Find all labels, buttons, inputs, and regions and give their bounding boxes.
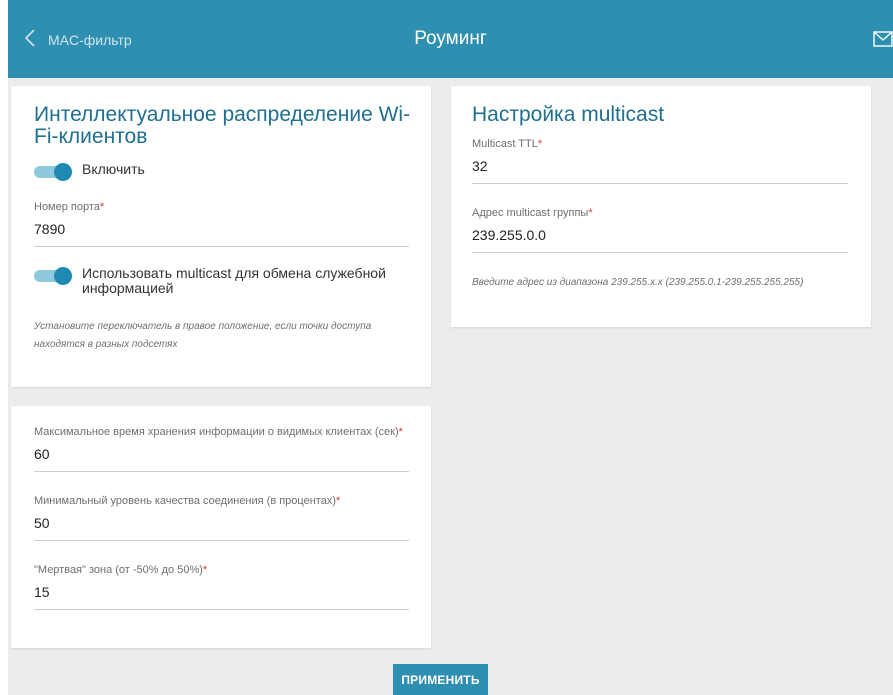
multicast-card: Настройка multicast Multicast TTL* Адрес… bbox=[451, 86, 871, 327]
envelope-icon[interactable] bbox=[873, 31, 893, 47]
apply-button[interactable]: ПРИМЕНИТЬ bbox=[393, 664, 488, 695]
group-field: Адрес multicast группы* bbox=[472, 207, 848, 253]
client-params-card: Максимальное время хранения информации о… bbox=[11, 406, 431, 648]
max-time-field: Максимальное время хранения информации о… bbox=[34, 426, 409, 472]
wifi-distribution-card: Интеллектуальное распределение Wi-Fi-кли… bbox=[11, 86, 431, 387]
ttl-label: Multicast TTL bbox=[472, 138, 538, 150]
multicast-toggle-row: Использовать multicast для обмена служеб… bbox=[34, 266, 404, 296]
group-label: Адрес multicast группы bbox=[472, 207, 589, 219]
left-frame-edge bbox=[0, 0, 8, 695]
dead-zone-label: "Мертвая" зона (от -50% до 50%) bbox=[34, 564, 203, 576]
multicast-toggle-label: Использовать multicast для обмена служеб… bbox=[82, 265, 386, 296]
port-label: Номер порта bbox=[34, 201, 100, 213]
required-mark: * bbox=[588, 207, 593, 219]
min-quality-label: Минимальный уровень качества соединения … bbox=[34, 495, 336, 507]
multicast-toggle[interactable] bbox=[34, 267, 72, 285]
required-mark: * bbox=[537, 138, 543, 150]
range-hint: Введите адрес из диапазона 239.255.x.x (… bbox=[472, 277, 804, 288]
max-time-label: Максимальное время хранения информации о… bbox=[34, 426, 399, 438]
dead-zone-input[interactable] bbox=[34, 576, 409, 610]
subnet-hint: Установите переключатель в правое положе… bbox=[34, 321, 372, 350]
ttl-field: Multicast TTL* bbox=[472, 138, 848, 184]
port-input[interactable] bbox=[34, 213, 409, 247]
dead-zone-field: "Мертвая" зона (от -50% до 50%)* bbox=[34, 564, 409, 610]
multicast-title: Настройка multicast bbox=[472, 103, 665, 126]
min-quality-input[interactable] bbox=[34, 507, 409, 541]
ttl-input[interactable] bbox=[472, 150, 848, 184]
enable-toggle[interactable] bbox=[34, 163, 72, 181]
port-field: Номер порта* bbox=[34, 201, 409, 247]
page-title: Роуминг bbox=[414, 28, 487, 49]
required-mark: * bbox=[398, 426, 403, 438]
group-input[interactable] bbox=[472, 219, 848, 253]
min-quality-field: Минимальный уровень качества соединения … bbox=[34, 495, 409, 541]
required-mark: * bbox=[202, 564, 208, 576]
required-mark: * bbox=[99, 201, 105, 213]
enable-toggle-row: Включить bbox=[34, 161, 145, 181]
enable-toggle-label: Включить bbox=[82, 161, 145, 177]
max-time-input[interactable] bbox=[34, 438, 409, 472]
wifi-distribution-title: Интеллектуальное распределение Wi-Fi-кли… bbox=[34, 103, 411, 148]
app-header: MAC-фильтр Роуминг bbox=[8, 0, 893, 78]
required-mark: * bbox=[335, 495, 341, 507]
